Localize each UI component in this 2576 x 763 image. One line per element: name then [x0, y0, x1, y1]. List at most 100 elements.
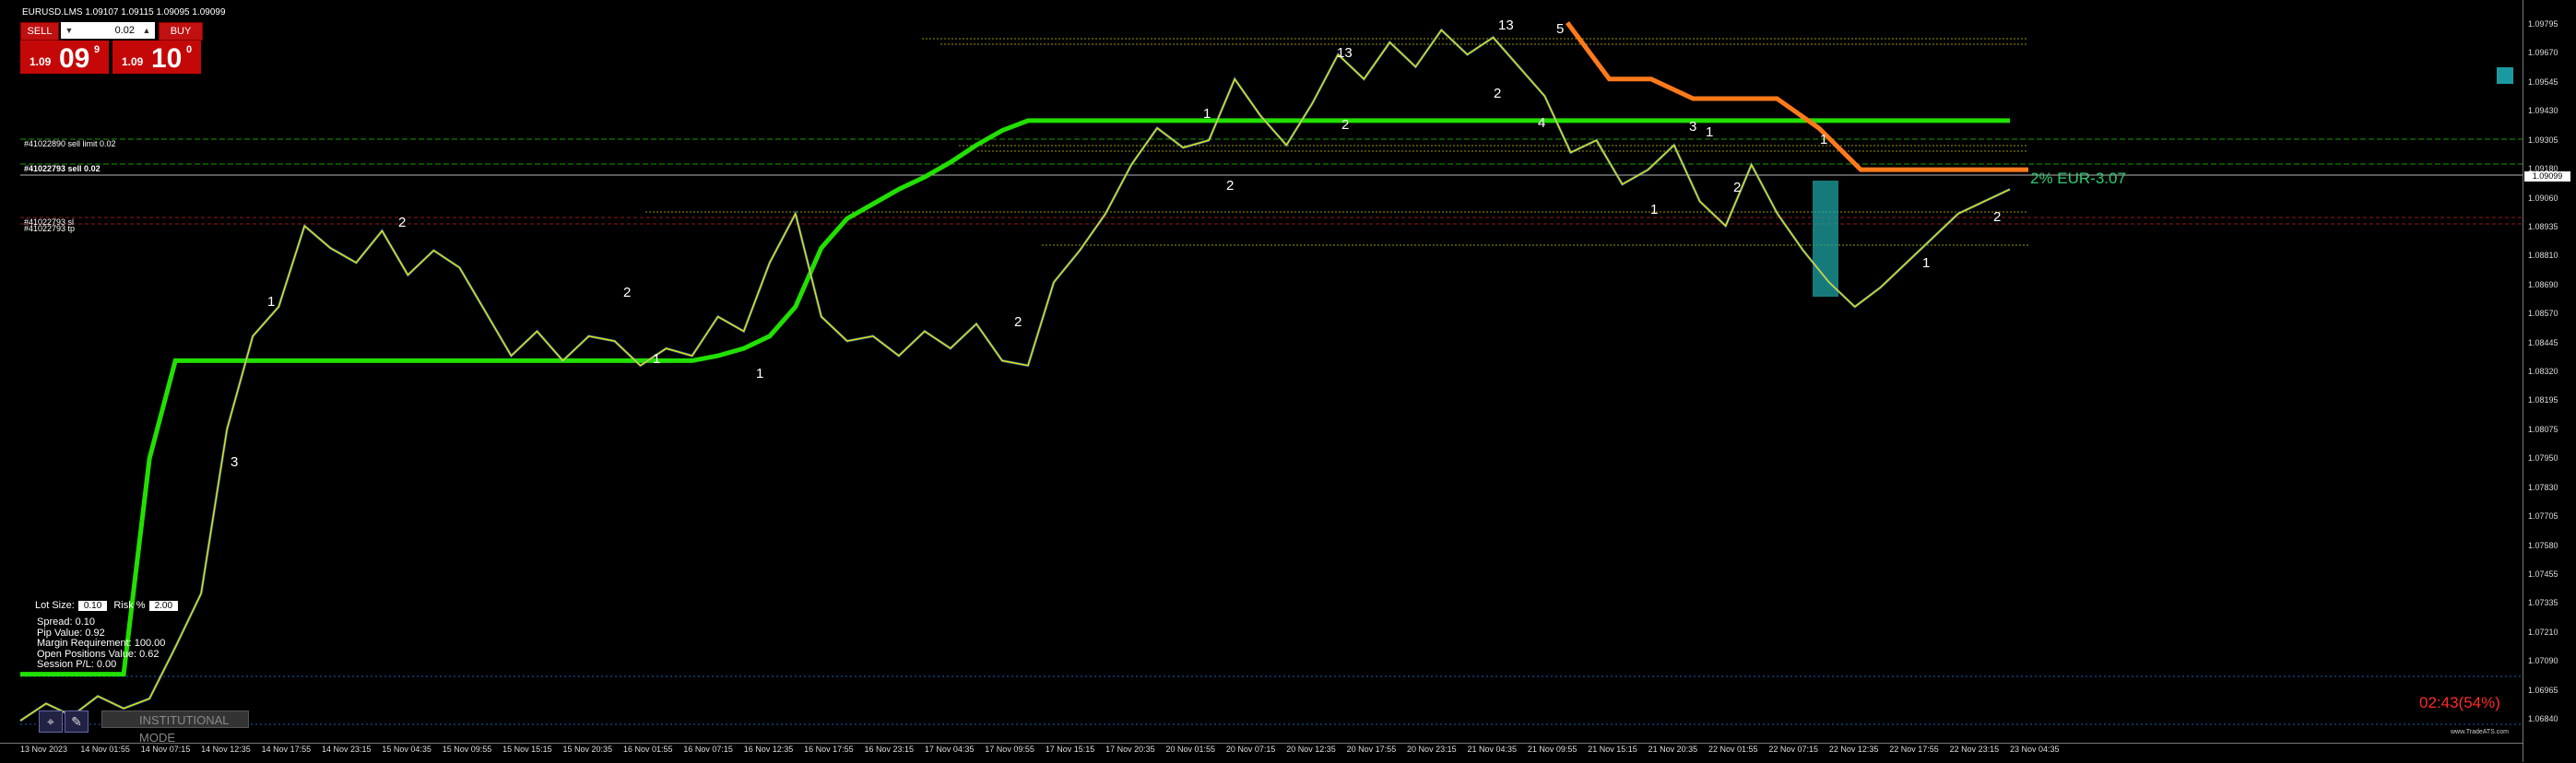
wave-count-label: 2 [1341, 117, 1349, 133]
time-tick: 20 Nov 12:35 [1286, 745, 1336, 754]
time-tick: 22 Nov 12:35 [1828, 745, 1879, 754]
buy-button[interactable]: BUY [159, 22, 203, 41]
price-tick: 1.07210 [2528, 627, 2558, 637]
wave-count-label: 1 [1820, 132, 1827, 147]
current-price-tag: 1.09099 [2524, 171, 2570, 182]
indicator-square-icon [2497, 67, 2513, 84]
time-tick: 16 Nov 07:15 [683, 745, 733, 754]
wave-count-label: 2 [1014, 314, 1022, 330]
pencil-icon[interactable]: ✎ [65, 710, 89, 733]
price-tick: 1.09060 [2528, 193, 2558, 203]
price-levels [20, 38, 2523, 725]
price-tick: 1.07580 [2528, 540, 2558, 550]
price-tick: 1.07830 [2528, 482, 2558, 492]
crosshair-icon[interactable]: ⌖ [39, 710, 63, 733]
time-tick: 15 Nov 15:15 [502, 745, 552, 754]
time-tick: 17 Nov 15:15 [1045, 745, 1095, 754]
time-tick: 20 Nov 23:15 [1407, 745, 1457, 754]
time-tick: 13 Nov 2023 [20, 745, 68, 754]
wave-count-label: 3 [230, 454, 238, 470]
wave-count-label: 1 [1203, 106, 1211, 122]
time-tick: 21 Nov 20:35 [1648, 745, 1698, 754]
time-tick: 16 Nov 12:35 [743, 745, 794, 754]
price-tick: 1.09670 [2528, 48, 2558, 58]
risk-label: Risk % [113, 600, 146, 611]
bid-price[interactable]: 1.09 09 9 [20, 41, 109, 74]
trend-line-orange [1565, 21, 2028, 172]
price-tick: 1.08690 [2528, 279, 2558, 289]
session-pl-line: Session P/L: 0.00 [37, 659, 117, 670]
price-tick: 1.09545 [2528, 76, 2558, 87]
wave-count-label: 1 [653, 351, 660, 367]
wave-count-label: 3 [1689, 119, 1696, 135]
wave-labels: 13212121213213 524 3 1 12121 [230, 18, 2001, 470]
wave-count-label: 2 [398, 215, 406, 230]
sell-button[interactable]: SELL [20, 22, 59, 41]
time-tick: 17 Nov 20:35 [1105, 745, 1155, 754]
time-tick: 20 Nov 07:15 [1225, 745, 1276, 754]
candle-timer: 02:43(54%) [2419, 694, 2500, 711]
wave-count-label: 1 [1706, 124, 1713, 140]
wave-count-label: 2 [1494, 86, 1501, 101]
wave-count-label: 1 [1650, 202, 1658, 217]
institutional-mode-button[interactable]: INSTITUTIONAL MODE [101, 710, 249, 745]
price-tick: 1.08075 [2528, 424, 2558, 434]
time-tick: 16 Nov 01:55 [622, 745, 673, 754]
price-chart[interactable]: 13212121213213 524 3 1 12121 [0, 0, 2576, 762]
time-tick: 15 Nov 04:35 [382, 745, 431, 754]
time-tick: 22 Nov 07:15 [1768, 745, 1818, 754]
order-label-sell[interactable]: #41022793 sell 0.02 [24, 164, 100, 173]
price-tick: 1.09305 [2528, 135, 2558, 145]
price-tick: 1.07335 [2528, 598, 2558, 608]
price-tick: 1.07090 [2528, 656, 2558, 666]
price-tick: 1.08320 [2528, 367, 2558, 376]
series-layer [19, 21, 2028, 722]
price-tick: 1.07455 [2528, 569, 2558, 579]
order-label-sell-limit[interactable]: #41022890 sell limit 0.02 [24, 139, 116, 148]
margin-line: Margin Requirement: 100.00 [37, 638, 166, 649]
time-tick: 21 Nov 15:15 [1588, 745, 1637, 754]
price-tick: 1.08935 [2528, 221, 2558, 231]
risk-input[interactable]: 2.00 [148, 601, 179, 611]
time-tick: 14 Nov 12:35 [201, 745, 251, 754]
brand-watermark: www.TradeATS.com [2451, 729, 2510, 735]
time-tick: 20 Nov 01:55 [1165, 745, 1216, 754]
wave-count-label: 2 [1226, 178, 1234, 194]
price-tick: 1.07705 [2528, 511, 2558, 522]
wave-count-label: 5 [1556, 21, 1564, 37]
ask-price[interactable]: 1.09 10 0 [112, 41, 201, 74]
wave-count-label: 2 [1733, 180, 1741, 195]
lot-decrease-icon[interactable]: ▼ [63, 22, 76, 39]
time-tick: 23 Nov 04:35 [2010, 745, 2060, 754]
lot-size-input[interactable]: 0.10 [77, 601, 108, 611]
price-tick: 1.07950 [2528, 453, 2558, 464]
one-click-trade-panel: SELL ▼ 0.02 ▲ BUY 1.09 09 9 1.09 10 0 [20, 20, 203, 74]
time-tick: 14 Nov 01:55 [80, 745, 130, 754]
trend-line-green [20, 118, 2010, 677]
time-tick: 16 Nov 17:55 [804, 745, 854, 754]
order-label-tp[interactable]: #41022793 tp [24, 224, 75, 233]
account-info-panel: Spread: 0.10 Pip Value: 0.92 Margin Requ… [37, 616, 166, 671]
price-tick: 1.09795 [2528, 19, 2558, 29]
wave-count-label: 1 [267, 294, 275, 310]
lot-increase-icon[interactable]: ▲ [140, 22, 153, 39]
price-tick: 1.08445 [2528, 337, 2558, 347]
price-tick: 1.06965 [2528, 685, 2558, 695]
wave-count-label: 2 [623, 285, 631, 300]
time-tick: 22 Nov 23:15 [1949, 745, 2000, 754]
time-tick: 14 Nov 07:15 [140, 745, 191, 754]
lot-size-label: Lot Size: [35, 600, 75, 611]
time-tick: 14 Nov 17:55 [261, 745, 312, 754]
price-tick: 1.06840 [2528, 714, 2558, 723]
price-tick: 1.08195 [2528, 395, 2558, 405]
wave-count-label: 2 [1993, 209, 2001, 225]
position-result-label: 2% EUR-3.07 [2030, 170, 2126, 187]
lot-input[interactable]: ▼ 0.02 ▲ [61, 22, 155, 39]
wave-count-label: 13 [1337, 45, 1353, 61]
price-tick: 1.08810 [2528, 251, 2558, 261]
spread-line: Spread: 0.10 [37, 616, 95, 628]
time-tick: 22 Nov 01:55 [1708, 745, 1758, 754]
time-tick: 16 Nov 23:15 [864, 745, 915, 754]
time-tick: 21 Nov 09:55 [1527, 745, 1578, 754]
lot-value: 0.02 [114, 25, 135, 36]
